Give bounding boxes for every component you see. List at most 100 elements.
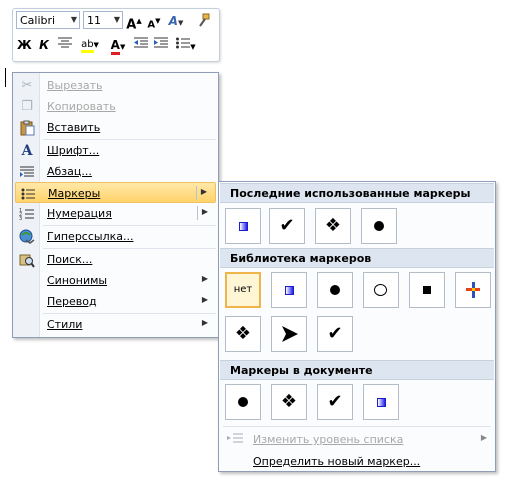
split-separator — [196, 186, 197, 200]
none-label: нет — [233, 284, 253, 295]
change-list-level-item[interactable]: Изменить уровень списка ▶ — [221, 428, 493, 450]
bullets-submenu: Последние использованные маркеры ✔ ❖ Биб… — [218, 181, 496, 472]
font-name-combo[interactable]: Calibri ▼ — [16, 11, 80, 29]
scissors-icon: ✂ — [21, 78, 33, 93]
decrease-indent-button[interactable] — [133, 36, 149, 54]
menu-item-copy[interactable]: ❐ Копировать — [15, 96, 216, 117]
bullet-option-diamond[interactable]: ❖ — [271, 384, 307, 420]
bullet-option-diamond[interactable]: ❖ — [225, 316, 261, 352]
four-diamond-bullet-icon: ❖ — [234, 323, 252, 344]
menu-item-label: Изменить уровень списка — [253, 433, 404, 446]
menu-item-label: Копировать — [47, 100, 116, 113]
italic-button[interactable]: К — [37, 36, 51, 54]
menu-item-label: Поиск... — [47, 253, 93, 266]
submenu-arrow-icon: ▶ — [201, 207, 208, 216]
grow-font-button[interactable]: A▲ — [126, 12, 142, 33]
font-size-combo[interactable]: 11 ▼ — [83, 11, 123, 29]
menu-item-hyperlink[interactable]: Гиперссылка... — [15, 226, 216, 247]
increase-indent-icon — [154, 37, 168, 48]
bullet-option-circle[interactable] — [363, 272, 399, 308]
decrease-indent-icon — [134, 37, 148, 48]
bullet-option-dot[interactable] — [317, 272, 353, 308]
submenu-arrow-icon: ▶ — [201, 274, 208, 283]
context-menu: ✂ Вырезать ❐ Копировать Вставить A Шрифт… — [12, 72, 219, 338]
svg-text:3: 3 — [19, 216, 22, 222]
arrowhead-bullet-icon — [282, 326, 298, 342]
four-diamond-bullet-icon: ❖ — [280, 391, 298, 412]
four-diamond-bullet-icon: ❖ — [324, 215, 342, 236]
font-name-value: Calibri — [20, 14, 56, 27]
font-icon: A — [21, 143, 33, 159]
menu-item-label: Гиперссылка... — [47, 230, 134, 243]
bullet-option-checkmark[interactable]: ✔ — [317, 316, 353, 352]
menu-item-label: Вставить — [47, 121, 101, 134]
format-painter-icon — [199, 13, 210, 27]
menu-item-label: Вырезать — [47, 79, 103, 92]
menu-item-paragraph[interactable]: Абзац... — [15, 161, 216, 182]
bullets-button[interactable]: ▼ — [173, 36, 199, 54]
highlight-button[interactable]: ab▼ — [77, 36, 103, 54]
menu-item-synonyms[interactable]: Синонимы ▶ — [15, 270, 216, 291]
checkmark-bullet-icon: ✔ — [327, 323, 343, 344]
filled-circle-bullet-icon — [330, 285, 340, 295]
bullet-option-diamond[interactable]: ❖ — [315, 208, 351, 244]
chevron-down-icon[interactable]: ▼ — [71, 15, 77, 24]
bullet-option-checkmark[interactable]: ✔ — [317, 384, 353, 420]
center-align-button[interactable] — [57, 36, 73, 54]
bold-button[interactable]: Ж — [17, 36, 32, 54]
black-square-bullet-icon — [423, 286, 431, 294]
shrink-font-button[interactable]: A▼ — [146, 12, 162, 30]
styles-button[interactable]: A▼ — [165, 12, 187, 30]
bullet-option-blue-square[interactable] — [363, 384, 399, 420]
filled-circle-bullet-icon — [238, 397, 248, 407]
font-size-value: 11 — [87, 14, 101, 27]
numbering-icon: 123 — [19, 206, 35, 222]
document-bullets-header: Маркеры в документе — [220, 360, 494, 380]
bullet-option-star[interactable] — [455, 272, 491, 308]
define-new-bullet-item[interactable]: Определить новый маркер... — [221, 450, 493, 472]
format-painter-button[interactable] — [193, 12, 213, 30]
styles-icon: A — [168, 14, 178, 28]
search-icon — [19, 252, 35, 268]
bullets-icon — [20, 186, 36, 202]
bullet-option-arrowhead[interactable] — [271, 316, 307, 352]
menu-item-bullets[interactable]: Маркеры ▶ — [15, 182, 216, 203]
menu-item-label: Абзац... — [47, 165, 92, 178]
bullet-option-dot[interactable] — [225, 384, 261, 420]
blue-square-bullet-icon — [285, 286, 294, 295]
menu-item-search[interactable]: Поиск... — [15, 249, 216, 270]
bullet-option-blue-square[interactable] — [225, 208, 261, 244]
checkmark-bullet-icon: ✔ — [279, 215, 295, 236]
menu-item-label: Маркеры — [48, 187, 101, 200]
hyperlink-icon — [19, 229, 35, 245]
italic-icon: К — [39, 38, 49, 52]
bullet-option-checkmark[interactable]: ✔ — [269, 208, 305, 244]
menu-item-numbering[interactable]: 123 Нумерация ▶ — [15, 203, 216, 224]
colored-star-bullet-icon — [466, 282, 480, 298]
font-color-button[interactable]: A▼ — [107, 36, 129, 55]
recent-bullets-header: Последние использованные маркеры — [220, 183, 494, 203]
list-level-icon — [227, 432, 245, 446]
bullet-option-blue-square[interactable] — [271, 272, 307, 308]
bullet-option-dot[interactable] — [361, 208, 397, 244]
menu-item-paste[interactable]: Вставить — [15, 117, 216, 138]
filled-circle-bullet-icon — [374, 221, 384, 231]
center-align-icon — [58, 37, 72, 48]
grow-font-icon: A — [126, 17, 137, 33]
increase-indent-button[interactable] — [153, 36, 169, 54]
bullet-option-square[interactable] — [409, 272, 445, 308]
menu-item-label: Синонимы — [47, 274, 108, 287]
section-title: Маркеры в документе — [230, 364, 373, 377]
menu-item-label: Нумерация — [47, 207, 112, 220]
font-color-icon: A — [110, 38, 120, 55]
highlight-icon: ab — [81, 39, 94, 53]
menu-item-translate[interactable]: Перевод ▶ — [15, 291, 216, 312]
bullet-option-none[interactable]: нет — [225, 272, 261, 308]
menu-item-cut[interactable]: ✂ Вырезать — [15, 75, 216, 96]
menu-item-font[interactable]: A Шрифт... — [15, 140, 216, 161]
submenu-arrow-icon: ▶ — [200, 187, 207, 196]
paste-icon — [19, 120, 35, 136]
blue-square-bullet-icon — [377, 398, 386, 407]
chevron-down-icon[interactable]: ▼ — [114, 15, 120, 24]
menu-item-styles[interactable]: Стили ▶ — [15, 314, 216, 335]
